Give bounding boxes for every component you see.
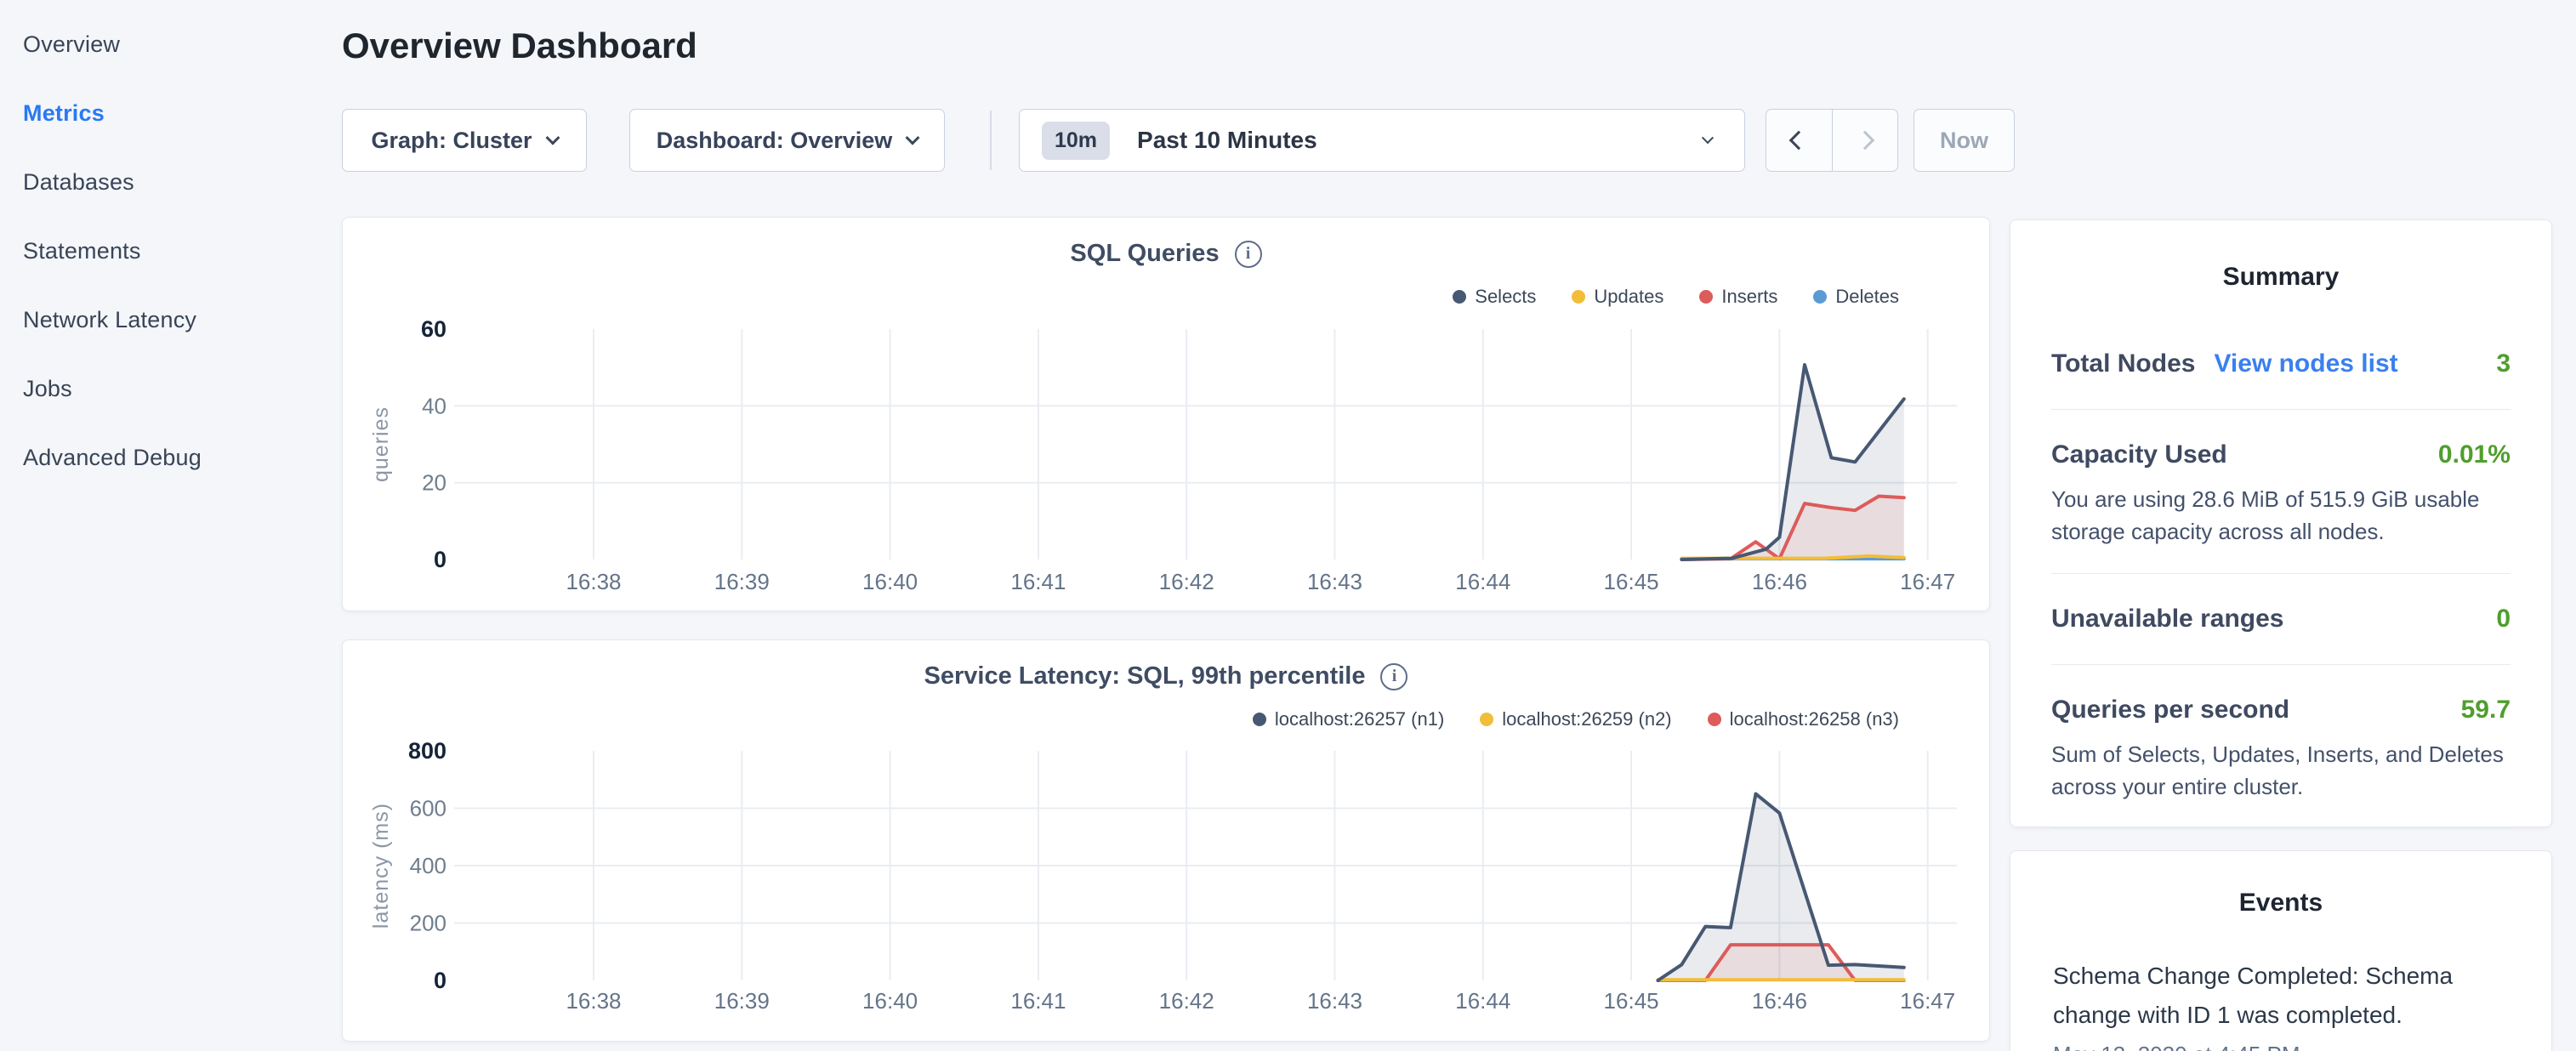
summary-row-value: 3 bbox=[2496, 349, 2511, 378]
summary-row-label: Unavailable ranges bbox=[2051, 605, 2283, 633]
summary-rows: Total Nodes View nodes list 3 Capacity Used… bbox=[2051, 344, 2511, 894]
summary-title: Summary bbox=[2051, 263, 2511, 292]
y-tick-label: 400 bbox=[410, 853, 446, 878]
events-panel: Events Schema Change Completed: Schema c… bbox=[2010, 850, 2552, 1051]
summary-row-value: 0.01% bbox=[2438, 440, 2511, 469]
chevron-down-icon bbox=[1702, 132, 1714, 144]
graph-dropdown[interactable]: Graph: Cluster bbox=[342, 109, 587, 172]
y-tick-label: 600 bbox=[410, 796, 446, 821]
summary-row-capacity-used: Capacity Used 0.01% bbox=[2051, 435, 2511, 474]
graph-dropdown-label: Graph: Cluster bbox=[371, 128, 532, 154]
y-axis-label: latency (ms) bbox=[369, 803, 393, 929]
service-latency-card: Service Latency: SQL, 99th percentile i … bbox=[342, 639, 1990, 1042]
summary-row-total-nodes: Total Nodes View nodes list 3 bbox=[2051, 344, 2511, 383]
y-tick-label: 0 bbox=[434, 968, 446, 993]
x-tick-label: 16:47 bbox=[1900, 569, 1955, 594]
x-tick-label: 16:46 bbox=[1752, 569, 1807, 594]
y-tick-label: 0 bbox=[434, 547, 446, 572]
summary-row-value: 0 bbox=[2496, 605, 2511, 633]
x-tick-label: 16:38 bbox=[566, 988, 621, 1014]
events-list: Schema Change Completed: Schema change w… bbox=[2053, 957, 2509, 1051]
time-step-buttons bbox=[1766, 109, 1898, 172]
prev-time-button[interactable] bbox=[1766, 110, 1833, 171]
event-item[interactable]: Schema Change Completed: Schema change w… bbox=[2053, 957, 2509, 1051]
x-tick-label: 16:43 bbox=[1307, 988, 1362, 1014]
summary-divider bbox=[2051, 664, 2511, 665]
x-tick-label: 16:40 bbox=[862, 569, 918, 594]
now-button[interactable]: Now bbox=[1914, 109, 2015, 172]
y-tick-label: 800 bbox=[408, 738, 446, 764]
sidebar-item-statements[interactable]: Statements bbox=[23, 217, 340, 286]
y-tick-label: 200 bbox=[410, 911, 446, 936]
x-tick-label: 16:46 bbox=[1752, 988, 1807, 1014]
summary-row-label: Queries per second bbox=[2051, 696, 2289, 724]
y-tick-label: 20 bbox=[422, 470, 446, 496]
service-latency-chart[interactable]: 0 200 400 600 800 16:38 16:39 16:40 16:41 16:42 16… bbox=[343, 640, 1991, 1042]
x-tick-label: 16:45 bbox=[1604, 988, 1659, 1014]
summary-row-label: Capacity Used bbox=[2051, 440, 2227, 469]
summary-panel: Summary Total Nodes View nodes list 3 Capac… bbox=[2010, 219, 2552, 827]
sidebar-nav-list: OverviewMetricsDatabasesStatementsNetwor… bbox=[23, 10, 340, 492]
x-tick-label: 16:44 bbox=[1455, 988, 1510, 1014]
y-tick-label: 40 bbox=[422, 393, 446, 418]
y-axis-label: queries bbox=[369, 406, 393, 482]
sidebar-item-jobs[interactable]: Jobs bbox=[23, 355, 340, 423]
chevron-down-icon bbox=[906, 131, 920, 145]
summary-divider bbox=[2051, 409, 2511, 410]
chevron-right-icon bbox=[1855, 131, 1874, 151]
summary-row-unavailable-ranges: Unavailable ranges 0 bbox=[2051, 599, 2511, 639]
summary-row-subtext: You are using 28.6 MiB of 515.9 GiB usab… bbox=[2051, 483, 2511, 548]
x-tick-label: 16:45 bbox=[1604, 569, 1659, 594]
x-tick-label: 16:39 bbox=[714, 569, 770, 594]
x-tick-label: 16:44 bbox=[1455, 569, 1510, 594]
x-tick-label: 16:40 bbox=[862, 988, 918, 1014]
event-timestamp: May 13, 2020 at 4:45 PM bbox=[2053, 1042, 2509, 1051]
x-tick-label: 16:41 bbox=[1010, 569, 1066, 594]
sidebar-item-databases[interactable]: Databases bbox=[23, 148, 340, 217]
x-tick-label: 16:42 bbox=[1159, 569, 1214, 594]
sidebar-item-network-latency[interactable]: Network Latency bbox=[23, 286, 340, 355]
sidebar: OverviewMetricsDatabasesStatementsNetwor… bbox=[0, 0, 340, 1051]
next-time-button[interactable] bbox=[1833, 110, 1898, 171]
summary-row-queries-per-second: Queries per second 59.7 bbox=[2051, 690, 2511, 730]
view-nodes-list-link[interactable]: View nodes list bbox=[2214, 349, 2397, 378]
controls-divider bbox=[990, 111, 992, 170]
dashboard-dropdown-label: Dashboard: Overview bbox=[657, 128, 893, 154]
time-range-badge: 10m bbox=[1042, 122, 1110, 160]
events-title: Events bbox=[2053, 889, 2509, 917]
event-text: Schema Change Completed: Schema change w… bbox=[2053, 957, 2509, 1035]
chevron-down-icon bbox=[545, 131, 560, 145]
summary-row-value: 59.7 bbox=[2461, 696, 2511, 724]
page-title: Overview Dashboard bbox=[342, 26, 697, 66]
x-tick-label: 16:38 bbox=[566, 569, 621, 594]
time-range-label: Past 10 Minutes bbox=[1137, 127, 1703, 154]
controls-bar: Graph: Cluster Dashboard: Overview 10m P… bbox=[342, 109, 2043, 172]
x-tick-label: 16:41 bbox=[1010, 988, 1066, 1014]
summary-divider bbox=[2051, 828, 2511, 829]
x-tick-label: 16:47 bbox=[1900, 988, 1955, 1014]
dashboard-dropdown[interactable]: Dashboard: Overview bbox=[629, 109, 945, 172]
x-tick-label: 16:42 bbox=[1159, 988, 1214, 1014]
y-tick-label: 60 bbox=[421, 316, 446, 342]
sidebar-item-advanced-debug[interactable]: Advanced Debug bbox=[23, 423, 340, 492]
sql-queries-chart[interactable]: 0 20 40 60 16:38 16:39 16:40 16:41 16:42 16:43 16:… bbox=[343, 218, 1991, 612]
x-tick-label: 16:43 bbox=[1307, 569, 1362, 594]
chevron-left-icon bbox=[1789, 131, 1809, 151]
summary-divider bbox=[2051, 573, 2511, 574]
summary-row-label: Total Nodes bbox=[2051, 349, 2195, 378]
time-range-selector[interactable]: 10m Past 10 Minutes bbox=[1019, 109, 1745, 172]
sidebar-item-metrics[interactable]: Metrics bbox=[23, 79, 340, 148]
sql-queries-card: SQL Queries i SelectsUpdatesInsertsDelet… bbox=[342, 217, 1990, 611]
x-tick-label: 16:39 bbox=[714, 988, 770, 1014]
summary-row-subtext: Sum of Selects, Updates, Inserts, and De… bbox=[2051, 738, 2511, 803]
sidebar-item-overview[interactable]: Overview bbox=[23, 10, 340, 79]
